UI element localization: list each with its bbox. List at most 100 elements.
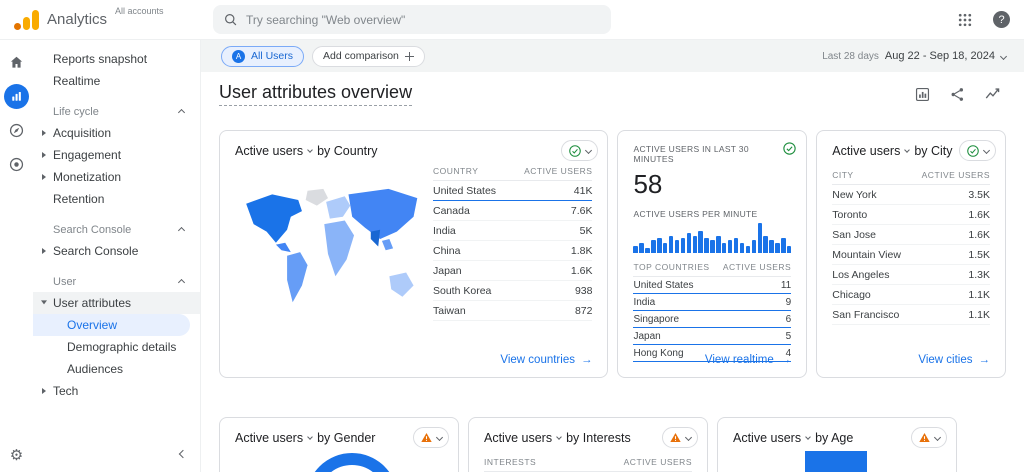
row-value: 938 bbox=[574, 284, 593, 297]
view-cities-link[interactable]: View cities → bbox=[918, 354, 990, 366]
reports-icon[interactable] bbox=[4, 84, 29, 109]
apps-grid-icon[interactable] bbox=[957, 12, 973, 28]
sidebar-item-overview[interactable]: Overview bbox=[33, 314, 190, 336]
data-quality-button[interactable] bbox=[959, 140, 996, 161]
help-icon[interactable]: ? bbox=[993, 11, 1010, 28]
column-value: ACTIVE USERS bbox=[722, 262, 792, 272]
date-range-picker[interactable]: Last 28 days Aug 22 - Sep 18, 2024 bbox=[822, 50, 1008, 62]
card-title[interactable]: Active users by Interests bbox=[484, 431, 692, 445]
row-value: 6 bbox=[785, 313, 792, 325]
sidebar-item-user-attributes[interactable]: User attributes bbox=[33, 292, 200, 314]
expand-arrow-icon bbox=[42, 174, 46, 180]
sidebar-item-engagement[interactable]: Engagement bbox=[33, 144, 200, 166]
table-row[interactable]: United States 41K bbox=[433, 181, 593, 201]
card-active-users-by-interests: Active users by Interests INTERESTS ACTI… bbox=[468, 417, 708, 472]
insights-icon[interactable] bbox=[984, 85, 1002, 103]
table-row[interactable]: Singapore 6 bbox=[633, 311, 792, 328]
row-label: Chicago bbox=[832, 288, 871, 301]
table-row[interactable]: Toronto 1.6K bbox=[832, 205, 990, 225]
account-switcher-label[interactable]: All accounts bbox=[115, 6, 167, 16]
home-icon[interactable] bbox=[4, 50, 29, 75]
table-row[interactable]: India 5K bbox=[433, 221, 593, 241]
section-user[interactable]: User bbox=[33, 272, 200, 292]
section-search-console[interactable]: Search Console bbox=[33, 220, 200, 240]
nav-label: Search Console bbox=[53, 244, 139, 258]
table-row[interactable]: Japan 1.6K bbox=[433, 261, 593, 281]
per-minute-bar bbox=[733, 238, 739, 253]
view-realtime-link[interactable]: View realtime → bbox=[705, 354, 791, 366]
row-value: 1.3K bbox=[968, 268, 990, 281]
table-row[interactable]: Mountain View 1.5K bbox=[832, 245, 990, 265]
chevron-down-icon bbox=[307, 147, 313, 153]
explore-icon[interactable] bbox=[4, 118, 29, 143]
sidebar-item-search-console[interactable]: Search Console bbox=[33, 240, 200, 262]
data-quality-warning-button[interactable] bbox=[911, 427, 947, 448]
data-quality-warning-button[interactable] bbox=[662, 427, 698, 448]
data-quality-button[interactable] bbox=[782, 140, 798, 156]
per-minute-bar bbox=[663, 243, 668, 253]
column-dimension: TOP COUNTRIES bbox=[633, 262, 710, 272]
share-icon[interactable] bbox=[949, 85, 966, 103]
section-life-cycle[interactable]: Life cycle bbox=[33, 102, 200, 122]
column-dimension: CITY bbox=[832, 170, 854, 180]
table-row[interactable]: China 1.8K bbox=[433, 241, 593, 261]
link-label: View cities bbox=[918, 354, 973, 366]
arrow-right-icon: → bbox=[779, 354, 792, 366]
card-title[interactable]: Active users by Country bbox=[235, 144, 592, 158]
table-row[interactable]: Los Angeles 1.3K bbox=[832, 265, 990, 285]
per-minute-bar bbox=[769, 240, 774, 253]
card-title[interactable]: Active users by Age bbox=[733, 431, 941, 445]
sidebar-item-demographic-details[interactable]: Demographic details bbox=[33, 336, 200, 358]
data-quality-button[interactable] bbox=[561, 140, 599, 161]
country-table: COUNTRY ACTIVE USERS United States 41K C… bbox=[433, 166, 593, 334]
per-minute-bar bbox=[692, 235, 697, 253]
search-input[interactable] bbox=[246, 12, 602, 27]
table-row[interactable]: South Korea 938 bbox=[433, 281, 593, 301]
sidebar-item-reports-snapshot[interactable]: Reports snapshot bbox=[33, 48, 200, 70]
table-row[interactable]: San Francisco 1.1K bbox=[832, 305, 990, 325]
sidebar-item-monetization[interactable]: Monetization bbox=[33, 166, 200, 188]
per-minute-bar bbox=[651, 240, 656, 253]
age-bar-chart bbox=[805, 451, 867, 472]
chevron-down-icon bbox=[307, 434, 313, 440]
table-row[interactable]: Japan 5 bbox=[633, 328, 792, 345]
all-users-chip[interactable]: A All Users bbox=[221, 45, 305, 67]
logo-bar-tall bbox=[32, 9, 39, 30]
column-dimension: INTERESTS bbox=[484, 457, 537, 467]
dimension-label: by Age bbox=[815, 431, 854, 445]
expand-arrow-icon bbox=[42, 152, 46, 158]
google-analytics-logo[interactable] bbox=[14, 9, 39, 30]
card-active-users-by-country: Active users by Country COUNTRY ACTIVE U… bbox=[219, 130, 609, 378]
add-comparison-chip[interactable]: Add comparison bbox=[312, 45, 425, 67]
row-value: 1.6K bbox=[968, 208, 990, 221]
warning-triangle-icon bbox=[421, 432, 432, 443]
row-label: United States bbox=[433, 184, 497, 197]
table-row[interactable]: United States 11 bbox=[633, 277, 792, 294]
row-label: San Jose bbox=[832, 228, 877, 241]
search-bar[interactable] bbox=[213, 5, 612, 34]
table-row[interactable]: Canada 7.6K bbox=[433, 201, 593, 221]
chevron-down-icon bbox=[904, 147, 911, 153]
sidebar-item-audiences[interactable]: Audiences bbox=[33, 358, 200, 380]
admin-gear-icon[interactable]: ⚙ bbox=[10, 446, 23, 464]
customize-report-icon[interactable] bbox=[914, 85, 931, 103]
view-countries-link[interactable]: View countries → bbox=[500, 354, 592, 366]
chevron-down-icon bbox=[684, 433, 693, 442]
chevron-down-icon bbox=[999, 52, 1008, 60]
collapse-nav-icon[interactable] bbox=[178, 446, 188, 460]
table-row[interactable]: Chicago 1.1K bbox=[832, 285, 990, 305]
sidebar-item-realtime[interactable]: Realtime bbox=[33, 70, 200, 92]
card-title[interactable]: Active users by Gender bbox=[235, 431, 443, 445]
section-title: User bbox=[53, 276, 77, 288]
data-quality-warning-button[interactable] bbox=[413, 427, 449, 448]
expand-arrow-icon bbox=[42, 388, 46, 394]
sidebar-item-acquisition[interactable]: Acquisition bbox=[33, 122, 200, 144]
table-row[interactable]: India 9 bbox=[633, 294, 792, 311]
sidebar-item-tech[interactable]: Tech bbox=[33, 380, 200, 402]
table-row[interactable]: New York 3.5K bbox=[832, 185, 990, 205]
sidebar-item-retention[interactable]: Retention bbox=[33, 188, 200, 210]
table-row[interactable]: Taiwan 872 bbox=[433, 301, 593, 321]
advertising-icon[interactable] bbox=[4, 152, 29, 177]
table-row[interactable]: San Jose 1.6K bbox=[832, 225, 990, 245]
arrow-right-icon: → bbox=[978, 354, 991, 366]
